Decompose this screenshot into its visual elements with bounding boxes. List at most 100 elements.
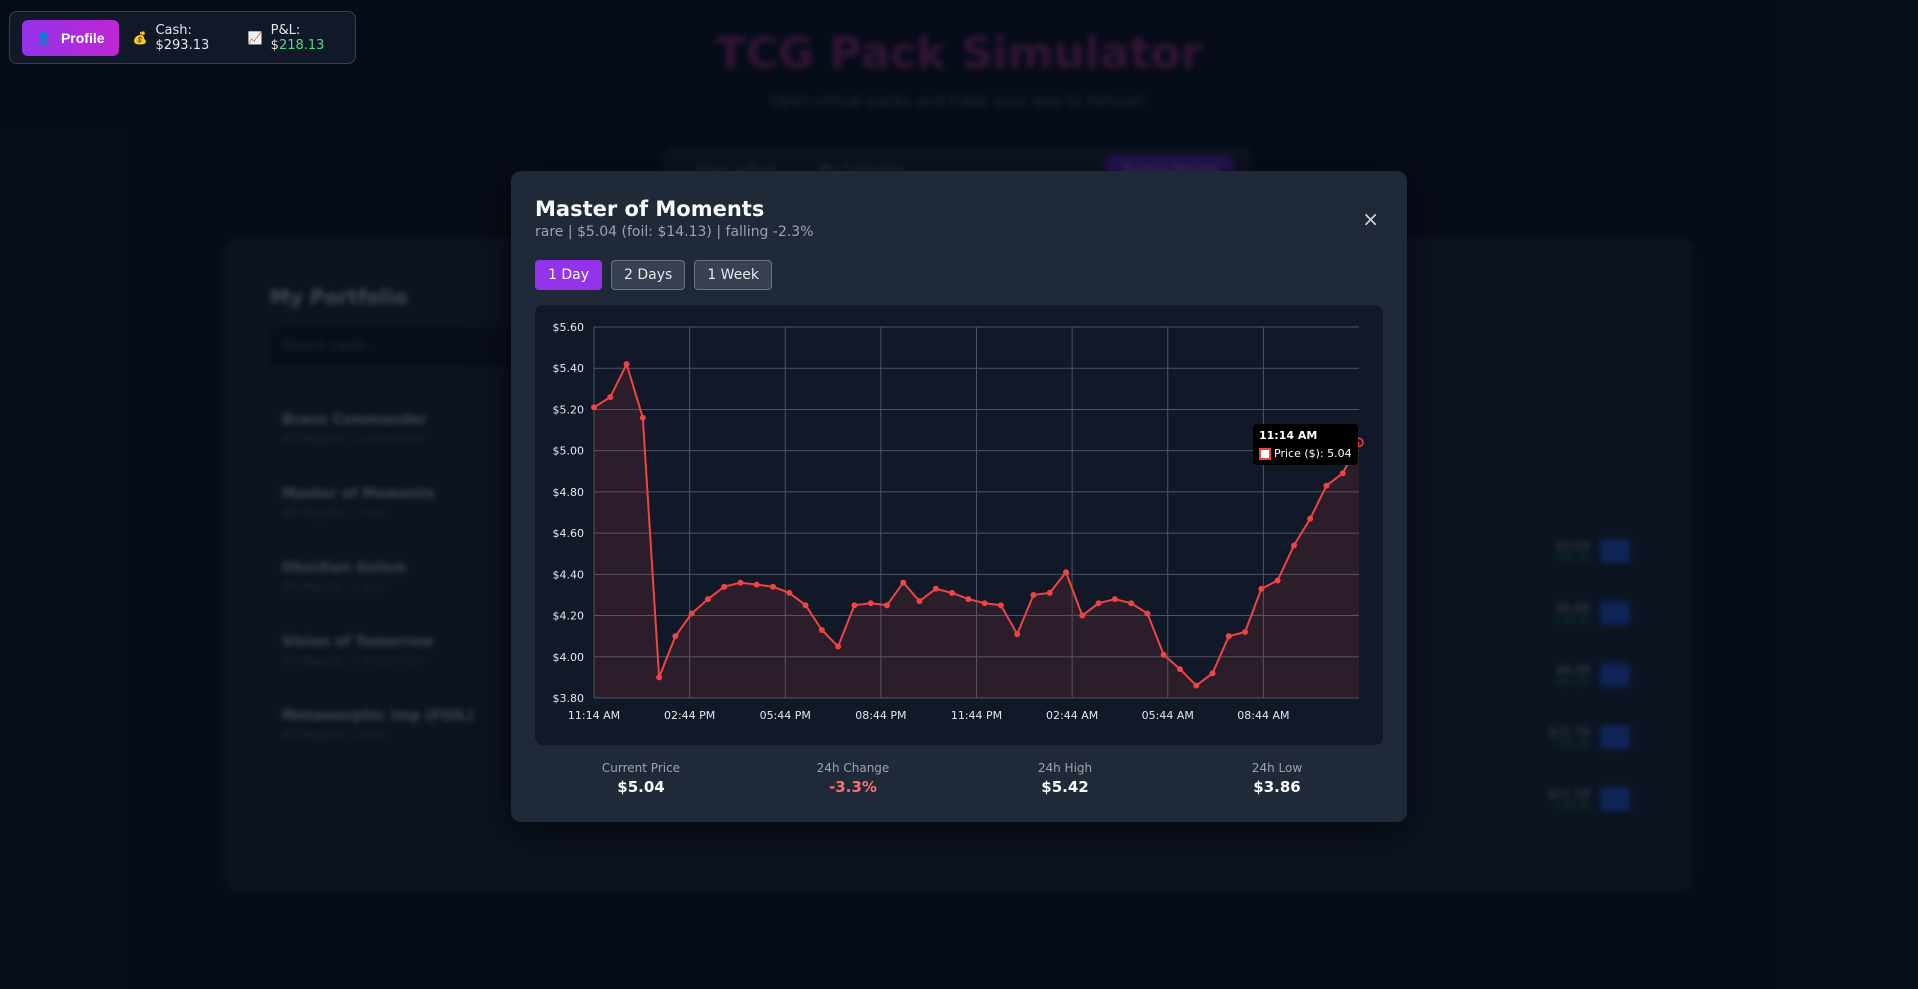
data-point: [883, 602, 890, 609]
data-point: [851, 602, 858, 609]
y-tick-label: $4.80: [553, 486, 585, 499]
data-point: [1014, 631, 1021, 638]
price-chart-svg: $5.60 $5.40 $5.20 $5.00 $4.80 $4.60 $4.40 $4.20…: [553, 321, 1364, 722]
pl-value: 218.13: [278, 37, 325, 53]
data-point: [607, 394, 614, 401]
high-24h-stat: 24h High $5.42: [975, 761, 1155, 796]
stat-label: 24h High: [1037, 761, 1093, 775]
x-tick-label: 08:44 PM: [855, 709, 906, 722]
data-point: [1176, 666, 1183, 673]
data-point: [1063, 569, 1070, 576]
person-icon: 👤: [36, 30, 51, 45]
profile-button-label: Profile: [60, 29, 105, 46]
data-point: [867, 600, 874, 607]
stat-value: $5.04: [617, 778, 665, 796]
data-point: [1307, 515, 1314, 522]
chart-icon: 📈: [247, 30, 263, 45]
data-point: [672, 633, 679, 640]
price-history-modal: Master of Moments rare | $5.04 (foil: $1…: [511, 171, 1407, 822]
low-24h-stat: 24h Low $3.86: [1187, 761, 1367, 796]
data-point: [1274, 577, 1281, 584]
data-point: [1290, 542, 1297, 549]
data-point: [1030, 591, 1037, 598]
stat-value: $3.86: [1253, 778, 1301, 796]
data-point: [1111, 596, 1118, 603]
x-tick-label: 11:14 AM: [568, 709, 620, 722]
data-point: [721, 583, 728, 590]
stat-label: Current Price: [601, 761, 681, 775]
x-tick-label: 08:44 AM: [1237, 709, 1289, 722]
data-point: [1225, 633, 1232, 640]
data-point: [737, 579, 744, 586]
modal-subtitle: rare | $5.04 (foil: $14.13) | falling -2…: [535, 224, 814, 240]
chart-tooltip: 11:14 AM Price ($): 5.04: [1253, 424, 1358, 465]
modal-title: Master of Moments: [535, 197, 765, 221]
tooltip-title: 11:14 AM: [1259, 429, 1318, 442]
data-point: [688, 610, 695, 617]
stat-label: 24h Low: [1251, 761, 1303, 775]
data-point: [965, 596, 972, 603]
data-point: [639, 414, 646, 421]
data-point: [786, 589, 793, 596]
data-point: [932, 585, 939, 592]
data-point: [1128, 600, 1135, 607]
data-point: [835, 643, 842, 650]
x-tick-label: 05:44 AM: [1142, 709, 1194, 722]
cash-label: Cash: $293.13: [155, 22, 210, 53]
data-point: [1144, 610, 1151, 617]
y-tick-label: $4.40: [553, 568, 585, 581]
data-point: [656, 674, 663, 681]
data-point: [802, 602, 809, 609]
current-price-stat: Current Price $5.04: [551, 761, 731, 796]
data-point: [900, 579, 907, 586]
data-point: [1095, 600, 1102, 607]
data-point: [1209, 670, 1216, 677]
range-1-week-button[interactable]: 1 Week: [694, 260, 773, 290]
tooltip-swatch: [1259, 447, 1271, 460]
close-button[interactable]: ×: [1362, 207, 1379, 231]
price-chart[interactable]: $5.60 $5.40 $5.20 $5.00 $4.80 $4.60 $4.40 $4.20…: [535, 305, 1383, 745]
y-tick-label: $5.20: [553, 403, 585, 416]
stat-label: 24h Change: [816, 761, 890, 775]
y-tick-label: $4.20: [553, 610, 585, 623]
y-tick-label: $4.60: [553, 527, 585, 540]
y-tick-label: $5.60: [553, 321, 585, 334]
change-24h-stat: 24h Change -3.3%: [763, 761, 943, 796]
y-tick-label: $5.00: [553, 445, 585, 458]
data-point: [1258, 585, 1265, 592]
stats-row: Current Price $5.04 24h Change -3.3% 24h…: [535, 761, 1383, 796]
profile-button[interactable]: 👤 Profile: [22, 19, 119, 56]
stat-value: -3.3%: [829, 778, 877, 796]
y-tick-label: $5.40: [553, 362, 585, 375]
data-point: [623, 361, 630, 368]
x-tick-label: 02:44 AM: [1046, 709, 1098, 722]
data-point: [818, 626, 825, 633]
range-1-day-button[interactable]: 1 Day: [535, 260, 603, 290]
data-point: [1339, 470, 1346, 477]
data-point: [1242, 629, 1249, 636]
tooltip-value: Price ($): 5.04: [1274, 447, 1352, 460]
pl-stat: 📈 P&L: $218.13: [248, 23, 343, 53]
data-point: [916, 598, 923, 605]
stat-value: $5.42: [1041, 778, 1089, 796]
y-tick-label: $3.80: [553, 692, 585, 705]
x-tick-label: 11:44 PM: [951, 709, 1002, 722]
x-tick-label: 05:44 PM: [760, 709, 811, 722]
cash-stat: 💰 Cash: $293.13: [133, 23, 234, 53]
data-point: [1046, 589, 1053, 596]
data-point: [1079, 612, 1086, 619]
money-bag-icon: 💰: [132, 30, 148, 45]
data-point: [949, 589, 956, 596]
data-point: [770, 583, 777, 590]
data-point: [1323, 482, 1330, 489]
data-point: [997, 602, 1004, 609]
status-bar: 👤 Profile 💰 Cash: $293.13 📈 P&L: $218.13: [9, 11, 356, 64]
data-point: [753, 581, 760, 588]
y-tick-label: $4.00: [553, 651, 585, 664]
range-tabs: 1 Day 2 Days 1 Week: [535, 260, 773, 290]
data-point: [981, 600, 988, 607]
x-tick-label: 02:44 PM: [664, 709, 715, 722]
data-point: [591, 404, 597, 411]
data-point: [1160, 651, 1167, 658]
range-2-days-button[interactable]: 2 Days: [611, 260, 686, 290]
